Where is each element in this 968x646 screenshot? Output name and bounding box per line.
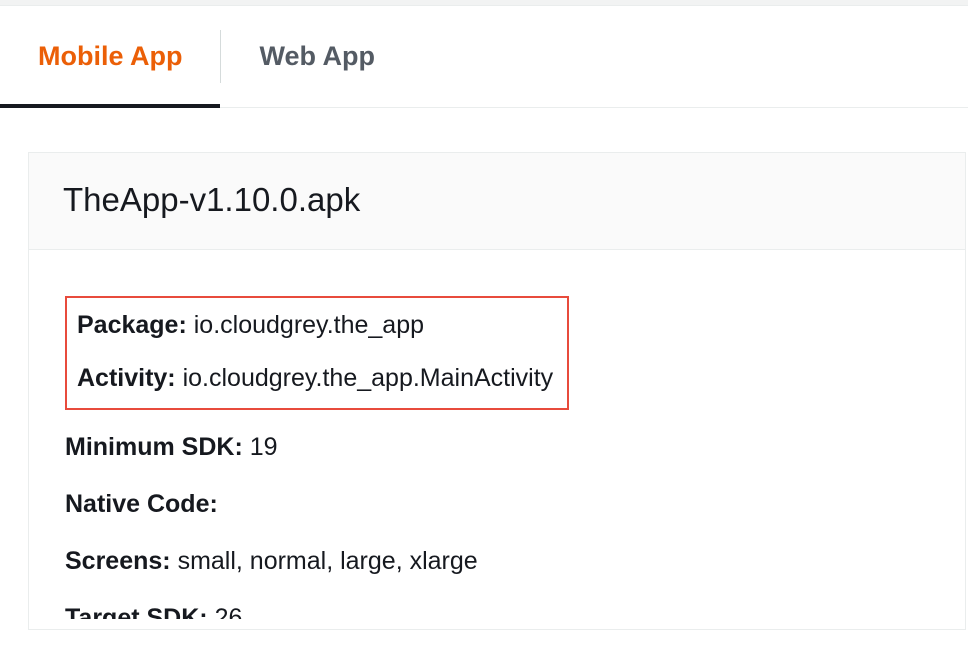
activity-label: Activity: [77, 364, 183, 392]
panel-body: Package: io.cloudgrey.the_app Activity: … [29, 250, 965, 629]
content-area: TheApp-v1.10.0.apk Package: io.cloudgrey… [0, 108, 968, 630]
tab-web-app[interactable]: Web App [221, 6, 413, 107]
detail-target-sdk: Target SDK: 26 [65, 601, 929, 619]
tab-mobile-app-label: Mobile App [38, 41, 182, 72]
detail-native-code: Native Code: [65, 487, 929, 522]
detail-package: Package: io.cloudgrey.the_app [77, 308, 553, 343]
target-sdk-value: 26 [215, 604, 243, 619]
target-sdk-label: Target SDK: [65, 604, 215, 619]
detail-target-sdk-cutoff: Target SDK: 26 [65, 601, 929, 619]
activity-value: io.cloudgrey.the_app.MainActivity [183, 364, 554, 392]
screens-label: Screens: [65, 547, 178, 575]
min-sdk-value: 19 [250, 433, 278, 461]
min-sdk-label: Minimum SDK: [65, 433, 250, 461]
detail-activity: Activity: io.cloudgrey.the_app.MainActiv… [77, 361, 553, 396]
native-code-label: Native Code: [65, 490, 218, 518]
panel-title: TheApp-v1.10.0.apk [63, 181, 931, 219]
highlight-box: Package: io.cloudgrey.the_app Activity: … [65, 296, 569, 410]
tabs-container: Mobile App Web App [0, 6, 968, 108]
package-label: Package: [77, 311, 194, 339]
package-value: io.cloudgrey.the_app [194, 311, 424, 339]
panel-header: TheApp-v1.10.0.apk [29, 153, 965, 250]
detail-min-sdk: Minimum SDK: 19 [65, 430, 929, 465]
app-details-panel: TheApp-v1.10.0.apk Package: io.cloudgrey… [28, 152, 966, 630]
detail-screens: Screens: small, normal, large, xlarge [65, 544, 929, 579]
screens-value: small, normal, large, xlarge [178, 547, 478, 575]
tab-web-app-label: Web App [259, 41, 375, 72]
tab-mobile-app[interactable]: Mobile App [0, 6, 220, 107]
